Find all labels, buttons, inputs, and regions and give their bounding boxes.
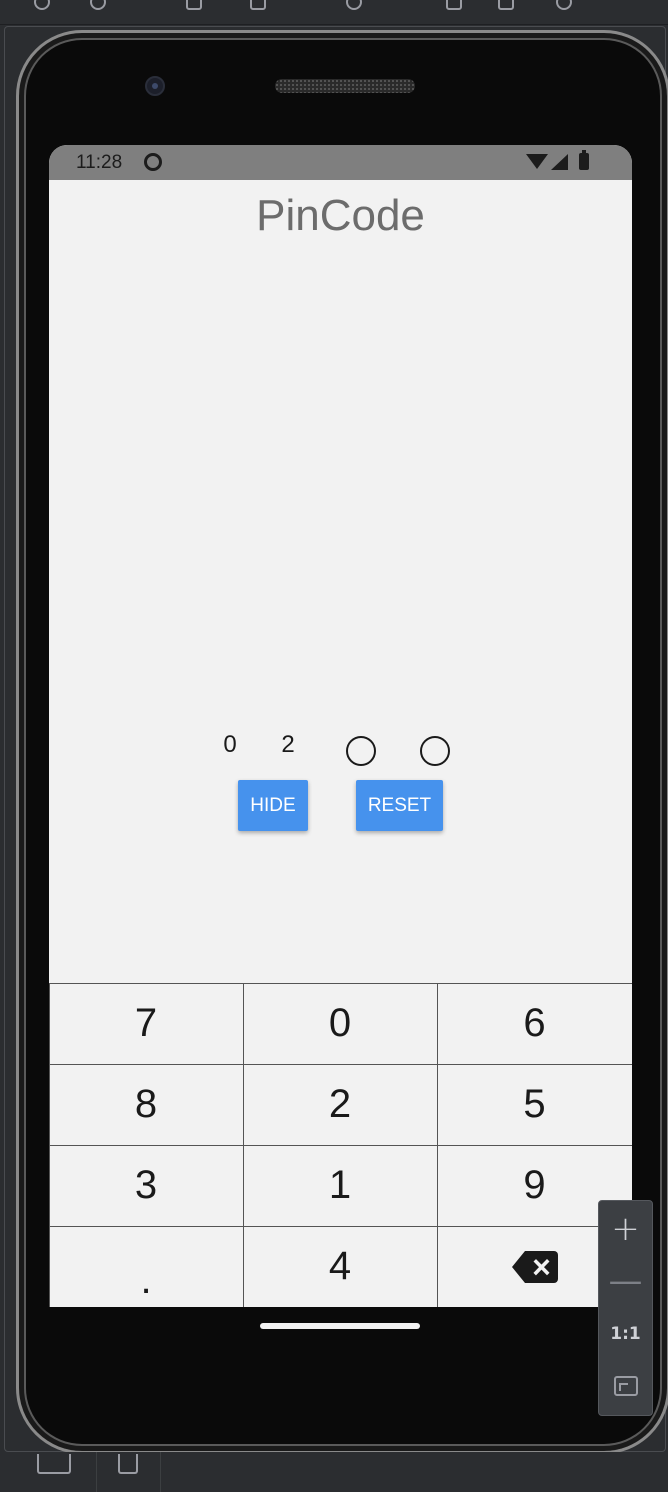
notification-icon xyxy=(144,153,162,171)
ide-tool-tab[interactable] xyxy=(16,1452,97,1492)
hide-button[interactable]: HIDE xyxy=(238,780,308,831)
backspace-icon: × xyxy=(511,1249,558,1285)
keypad-key-0[interactable]: 0 xyxy=(242,982,438,1065)
keypad-key-7[interactable]: 7 xyxy=(49,982,244,1065)
keypad-key-5[interactable]: 5 xyxy=(436,1063,632,1146)
ide-bottom-bar xyxy=(0,1452,668,1492)
pin-empty-slot-4 xyxy=(420,736,450,766)
ide-toolbar xyxy=(0,0,668,25)
cell-signal-icon xyxy=(551,154,568,170)
zoom-out-button[interactable]: — xyxy=(599,1256,652,1306)
emulator-zoom-panel: + — 1:1 xyxy=(598,1200,653,1416)
keypad-key-8[interactable]: 8 xyxy=(49,1063,244,1146)
battery-icon xyxy=(579,150,589,170)
toolbar-icon[interactable] xyxy=(186,0,202,10)
actual-size-button[interactable]: 1:1 xyxy=(599,1309,652,1359)
keypad-key-dot-label: . xyxy=(140,1258,152,1302)
status-time: 11:28 xyxy=(76,152,123,173)
gesture-nav-handle[interactable] xyxy=(260,1323,420,1329)
pin-empty-slot-3 xyxy=(346,736,376,766)
pin-digit-1: 0 xyxy=(223,731,237,758)
number-keypad: 7 0 6 8 2 5 3 1 9 . 4 × xyxy=(49,982,632,1307)
toolbar-icon[interactable] xyxy=(250,0,266,10)
reset-button[interactable]: RESET xyxy=(356,780,443,831)
toolbar-icon[interactable] xyxy=(90,0,106,10)
keypad-key-4[interactable]: 4 xyxy=(242,1225,438,1307)
fit-screen-button[interactable] xyxy=(599,1361,652,1411)
keypad-key-6[interactable]: 6 xyxy=(436,982,632,1065)
fit-screen-icon xyxy=(613,1376,638,1396)
toolbar-icon[interactable] xyxy=(446,0,462,10)
tool-window-icon xyxy=(118,1454,138,1474)
app-title: PinCode xyxy=(256,191,425,240)
toolbar-icon[interactable] xyxy=(346,0,362,10)
zoom-in-button[interactable]: + xyxy=(599,1204,652,1254)
keypad-key-3[interactable]: 3 xyxy=(49,1144,244,1227)
device-screen: 11:28 PinCode 0 2 HIDE RESET 7 0 6 8 2 5… xyxy=(49,145,632,1307)
keypad-key-2[interactable]: 2 xyxy=(242,1063,438,1146)
toolbar-icon[interactable] xyxy=(556,0,572,10)
earpiece-speaker xyxy=(275,79,415,93)
pin-digit-2: 2 xyxy=(281,731,295,758)
keypad-key-1[interactable]: 1 xyxy=(242,1144,438,1227)
status-bar: 11:28 xyxy=(49,145,632,180)
ide-tool-tab[interactable] xyxy=(96,1452,161,1492)
terminal-icon xyxy=(37,1454,71,1474)
toolbar-icon[interactable] xyxy=(34,0,50,10)
front-camera xyxy=(145,76,165,96)
keypad-key-dot[interactable]: . xyxy=(49,1225,244,1307)
wifi-icon xyxy=(526,154,548,169)
toolbar-icon[interactable] xyxy=(498,0,514,10)
